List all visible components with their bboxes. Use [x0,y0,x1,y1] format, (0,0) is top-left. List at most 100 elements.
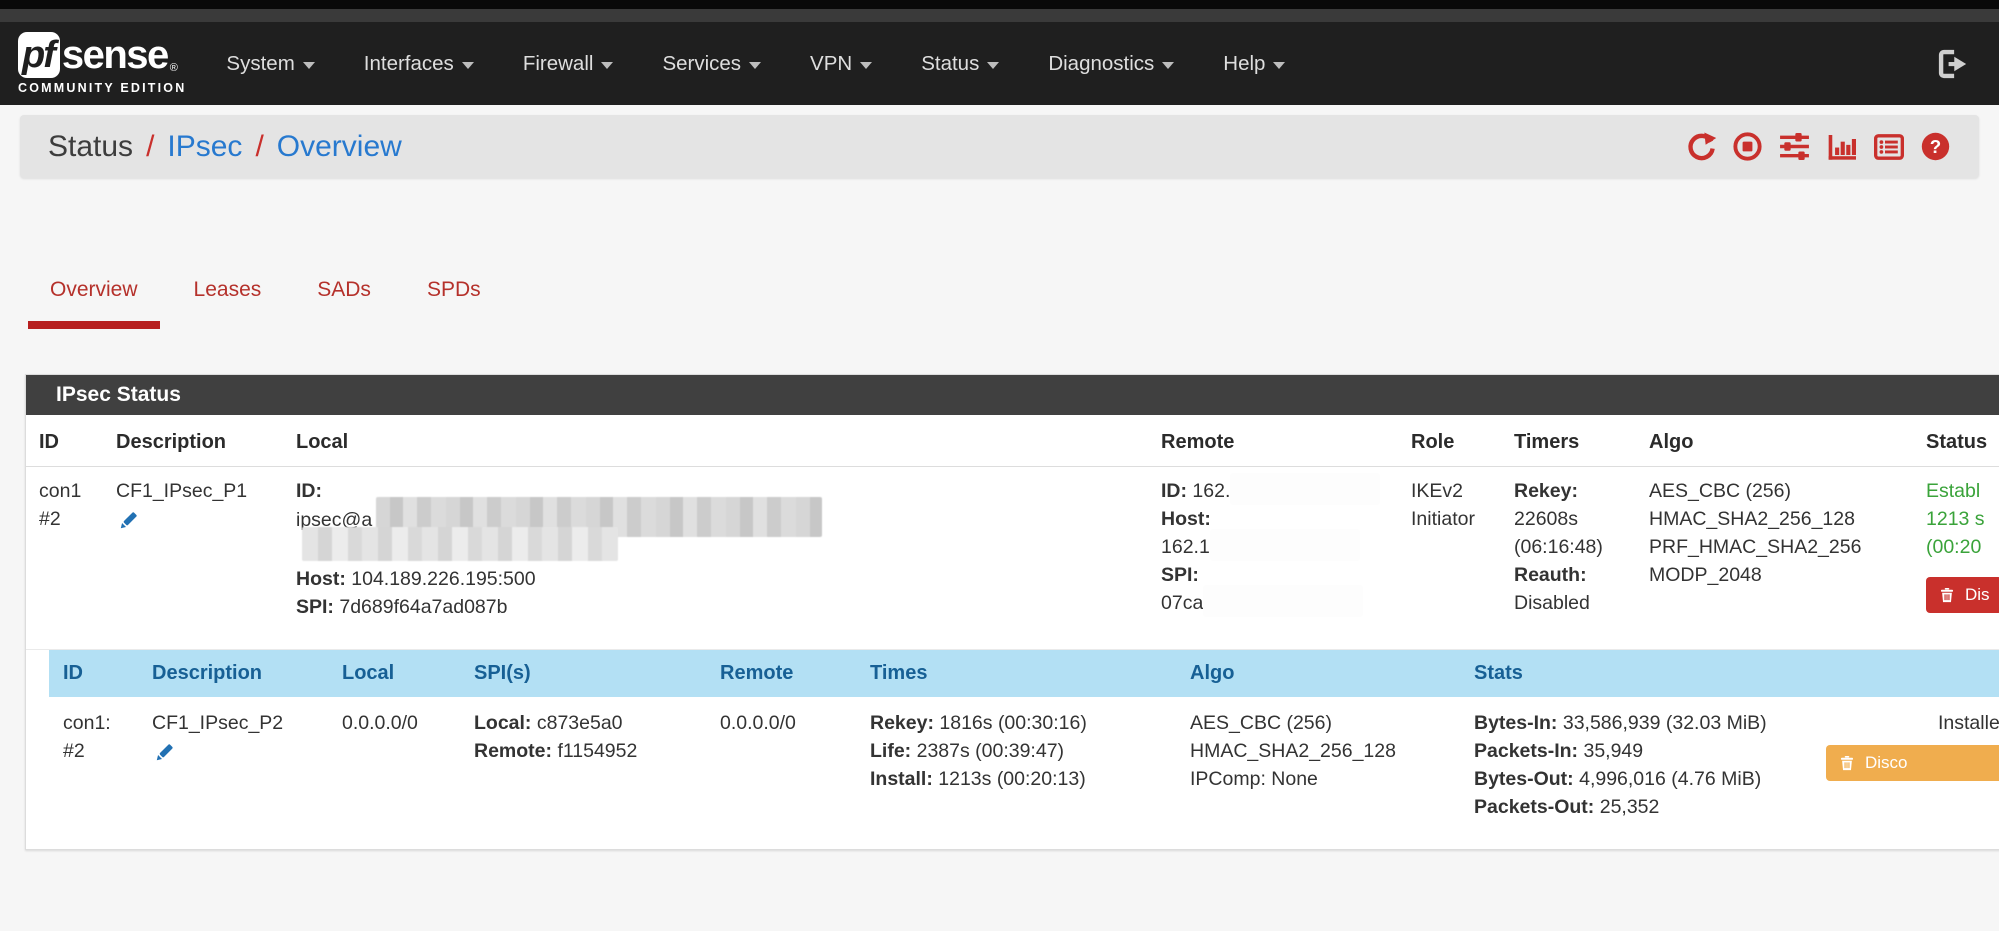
child-algo-cell: AES_CBC (256) HMAC_SHA2_256_128 IPComp: … [1176,697,1460,843]
packets-out-label: Packets-Out: [1474,796,1594,818]
rekey-time: (06:16:48) [1514,533,1623,561]
edit-pencil-icon[interactable] [116,509,140,541]
child-id-cell: con1: #2 [49,697,138,843]
remote-id-value: 162. [1192,480,1230,502]
bytes-out-label: Bytes-Out: [1474,768,1574,790]
refresh-icon[interactable] [1686,131,1717,162]
nav-status-label: Status [921,52,979,76]
breadcrumb-overview-link[interactable]: Overview [277,130,402,164]
redaction-block [1230,473,1380,505]
ike-role-cell: IKEv2 Initiator [1398,467,1501,650]
chevron-down-icon [987,62,999,69]
ike-table-header: ID Description Local Remote Role Timers … [26,415,1999,467]
pfsense-logo[interactable]: pf sense ® COMMUNITY EDITION [18,32,186,95]
rekey-value: 22608s [1514,505,1623,533]
nav-services[interactable]: Services [662,52,761,76]
top-strip [0,0,1999,9]
child-description-cell: CF1_IPsec_P2 [138,697,328,843]
ike-id-line2: #2 [39,505,90,533]
child-local-cell: 0.0.0.0/0 [328,697,460,843]
ike-status-cell: Establ 1213 s (00:20 Dis [1913,467,1999,650]
child-table-header: ID Description Local SPI(s) Remote Times… [49,650,1999,697]
time-life-value: 2387s (00:39:47) [917,740,1064,762]
tab-spds[interactable]: SPDs [405,278,503,329]
packets-in-label: Packets-In: [1474,740,1578,762]
reauth-value: Disabled [1514,589,1623,617]
disconnect-child-button[interactable]: Disco [1826,745,1999,781]
chevron-down-icon [749,62,761,69]
column-timers: Timers [1501,415,1636,467]
nav-system[interactable]: System [226,52,314,76]
stop-icon[interactable] [1732,131,1763,162]
sliders-icon[interactable] [1778,130,1811,163]
child-times-cell: Rekey: 1816s (00:30:16) Life: 2387s (00:… [856,697,1176,843]
algo-line: HMAC_SHA2_256_128 [1649,505,1900,533]
breadcrumb-status: Status [48,130,133,164]
bytes-in-label: Bytes-In: [1474,712,1557,734]
ipsec-status-panel: IPsec Status ID Description Local Remote… [25,374,1999,850]
nav-status[interactable]: Status [921,52,999,76]
time-rekey-label: Rekey: [870,712,934,734]
nav-firewall-label: Firewall [523,52,594,76]
tab-leases[interactable]: Leases [172,278,284,329]
edit-pencil-icon[interactable] [152,741,176,773]
top-navbar: pf sense ® COMMUNITY EDITION System Inte… [0,22,1999,105]
nav-interfaces-label: Interfaces [364,52,454,76]
redaction-block [1203,585,1363,617]
reauth-label: Reauth: [1514,564,1587,586]
nav-vpn[interactable]: VPN [810,52,872,76]
child-sa-table: ID Description Local SPI(s) Remote Times… [49,650,1999,843]
trash-icon [1938,586,1956,604]
algo-line: IPComp: None [1190,765,1446,793]
local-host-label: Host: [296,568,346,590]
column-spis: SPI(s) [460,650,706,697]
nav-interfaces[interactable]: Interfaces [364,52,474,76]
nav-help[interactable]: Help [1223,52,1285,76]
ike-local-cell: ID: ipsec@a Host: 104.189.226.195:500 SP… [283,467,1148,650]
time-install-label: Install: [870,768,933,790]
breadcrumb-ipsec-link[interactable]: IPsec [167,130,242,164]
help-icon[interactable]: ? [1920,131,1951,162]
nav-diagnostics-label: Diagnostics [1048,52,1154,76]
chevron-down-icon [601,62,613,69]
bytes-out-value: 4,996,016 (4.76 MiB) [1579,768,1761,790]
bar-chart-icon[interactable] [1826,131,1858,163]
column-state [1868,650,1999,697]
chevron-down-icon [1273,62,1285,69]
breadcrumb-separator: / [146,130,154,164]
ike-timers-cell: Rekey: 22608s (06:16:48) Reauth: Disable… [1501,467,1636,650]
tab-overview[interactable]: Overview [28,278,160,329]
brand-name: sense [62,33,168,78]
remote-host-label: Host: [1161,508,1211,530]
time-rekey-value: 1816s (00:30:16) [939,712,1086,734]
pfsense-app: pf sense ® COMMUNITY EDITION System Inte… [0,0,1999,931]
remote-id-label: ID: [1161,480,1187,502]
tab-sads[interactable]: SADs [295,278,393,329]
nav-firewall[interactable]: Firewall [523,52,614,76]
column-id: ID [26,415,103,467]
local-spi-value: 7d689f64a7ad087b [339,596,507,618]
remote-spi-value: 07ca [1161,592,1203,614]
ike-row: con1 #2 CF1_IPsec_P1 ID: ipsec@a Hos [26,467,1999,650]
child-id-line2: #2 [63,737,124,765]
status-uptime: 1213 s [1926,505,1999,533]
child-stats-cell: Bytes-In: 33,586,939 (32.03 MiB) Packets… [1460,697,1868,843]
list-icon[interactable] [1873,131,1905,163]
status-uptime-hms: (00:20 [1926,533,1999,561]
disconnect-button-label: Dis [1965,585,1990,605]
column-algo: Algo [1636,415,1913,467]
brand-edition: COMMUNITY EDITION [18,81,186,95]
nav-diagnostics[interactable]: Diagnostics [1048,52,1174,76]
ike-description-cell: CF1_IPsec_P1 [103,467,283,650]
ike-description: CF1_IPsec_P1 [116,477,270,505]
chevron-down-icon [303,62,315,69]
column-description: Description [103,415,283,467]
local-id-label: ID: [296,480,322,502]
sign-out-icon[interactable] [1935,47,1969,81]
child-spis-cell: Local: c873e5a0 Remote: f1154952 [460,697,706,843]
nav-vpn-label: VPN [810,52,852,76]
breadcrumb-bar: Status / IPsec / Overview [20,115,1979,178]
role-line2: Initiator [1411,505,1488,533]
disconnect-button[interactable]: Dis [1926,577,1999,613]
child-description: CF1_IPsec_P2 [152,709,314,737]
